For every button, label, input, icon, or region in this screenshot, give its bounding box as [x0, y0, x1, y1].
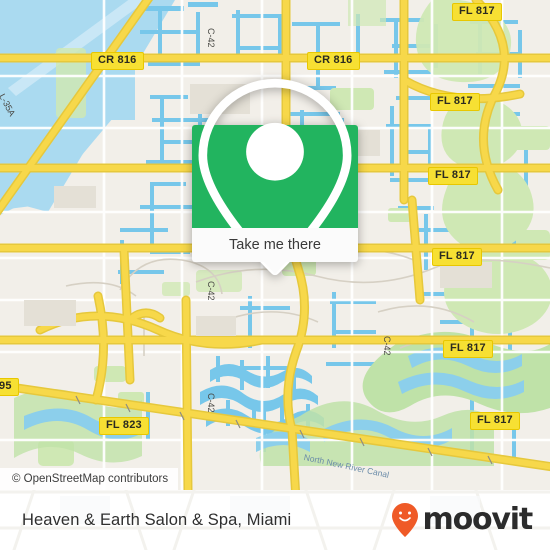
take-me-there-button[interactable]: Take me there [192, 228, 358, 274]
location-popup[interactable]: Take me there [192, 78, 358, 275]
map-pin-icon [198, 78, 352, 275]
road-shield: FL 817 [470, 412, 520, 430]
take-me-there-label: Take me there [229, 237, 321, 253]
map-canvas[interactable]: CR 816 CR 816 FL 817 FL 817 FL 817 FL 81… [0, 0, 550, 490]
road-shield: FL 817 [452, 3, 502, 21]
place-title: Heaven & Earth Salon & Spa, Miami [22, 510, 292, 529]
footer-bar: Heaven & Earth Salon & Spa, Miami moovit [0, 490, 550, 550]
road-label: C-42 [382, 336, 392, 356]
road-shield: CR 816 [91, 52, 144, 70]
map-attribution: © OpenStreetMap contributors [0, 468, 179, 490]
road-shield: FL 817 [428, 167, 478, 185]
road-shield: 95 [0, 378, 19, 396]
moovit-pin-icon [391, 503, 418, 537]
moovit-logo[interactable]: moovit [390, 502, 534, 538]
road-shield: FL 823 [99, 417, 149, 435]
popup-tail [263, 261, 287, 274]
attribution-text: © OpenStreetMap contributors [12, 473, 169, 485]
moovit-wordmark: moovit [422, 502, 534, 537]
popup-header [192, 78, 358, 275]
road-shield: FL 817 [443, 340, 493, 358]
moovit-map-page: CR 816 CR 816 FL 817 FL 817 FL 817 FL 81… [0, 0, 550, 550]
road-shield: FL 817 [430, 93, 480, 111]
road-shield: FL 817 [432, 248, 482, 266]
